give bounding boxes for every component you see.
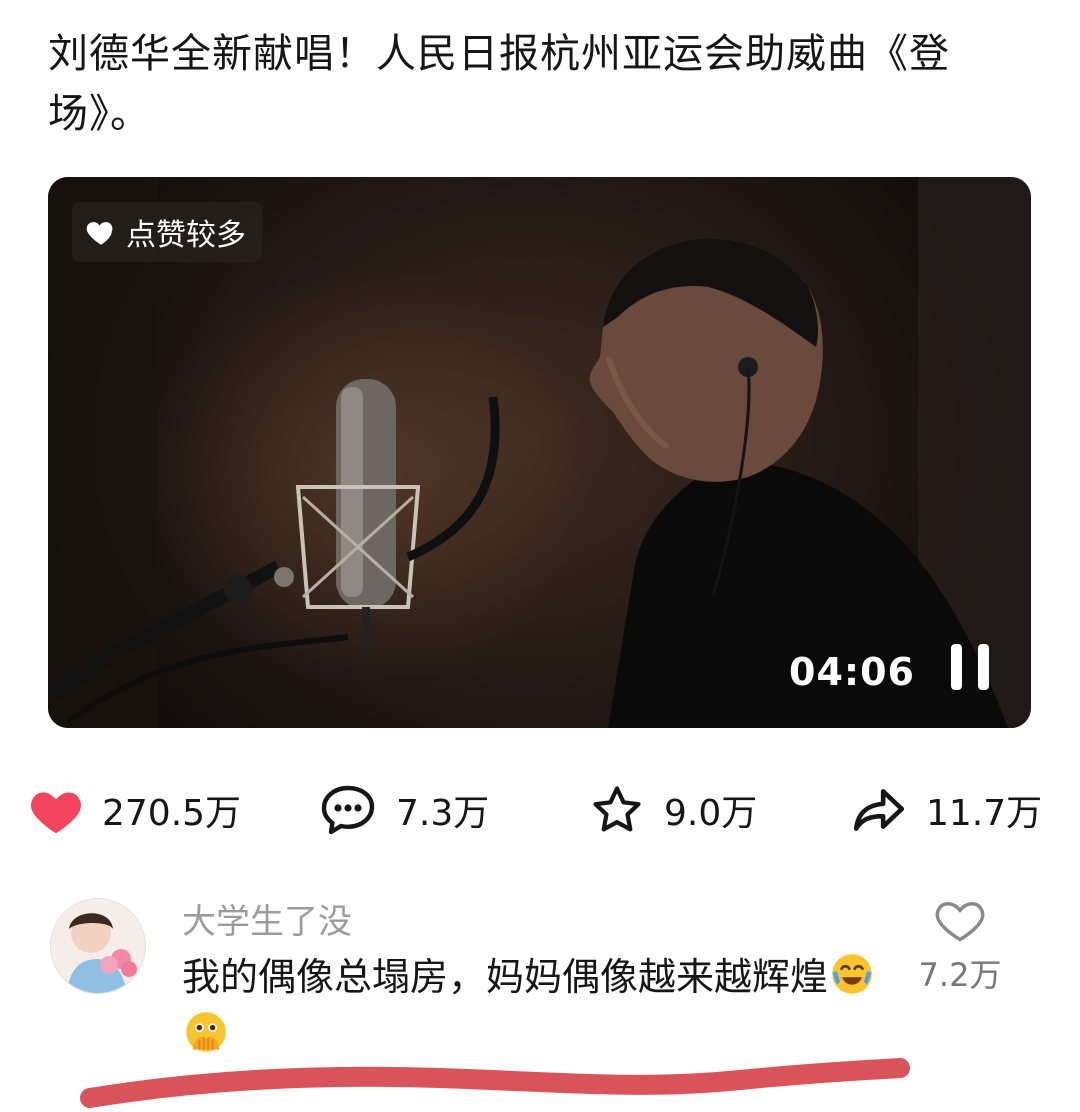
heart-filled-icon [31,792,81,834]
favorite-count: 9.0万 [664,793,758,834]
like-button[interactable]: 270.5万 [28,770,241,850]
video-duration: 04:06 [789,650,915,694]
comment-bubble-icon [321,785,375,835]
share-count: 11.7万 [926,793,1043,834]
avatar[interactable] [50,898,146,994]
heart-outline-icon [935,902,985,942]
crying-laughing-emoji [832,954,872,994]
comment-count: 7.3万 [396,793,490,834]
star-icon [593,786,641,832]
share-button[interactable]: 11.7万 [850,770,1042,850]
pause-icon [978,644,989,690]
video-player[interactable]: 点赞较多 04:06 [48,177,1031,728]
like-count: 270.5万 [102,793,242,834]
red-underline-annotation [80,1058,910,1108]
comment-username[interactable]: 大学生了没 [182,894,352,943]
comment-like-button[interactable]: 7.2万 [910,896,1010,996]
comment-body: 我的偶像总塌房，妈妈偶像越来越辉煌 [182,955,829,999]
post-title: 刘德华全新献唱！人民日报杭州亚运会助威曲《登场》。 [48,31,950,137]
comment-like-count: 7.2万 [918,956,1002,994]
heart-icon [86,222,113,245]
pause-button[interactable] [951,644,989,690]
comment-button[interactable]: 7.3万 [318,770,489,850]
pause-icon [951,644,962,690]
favorite-button[interactable]: 9.0万 [588,770,757,850]
action-bar: 270.5万 7.3万 9.0万 11.7万 [0,770,1080,850]
share-arrow-icon [853,789,905,831]
badge-label: 点赞较多 [126,218,246,253]
popular-badge: 点赞较多 [72,202,262,262]
